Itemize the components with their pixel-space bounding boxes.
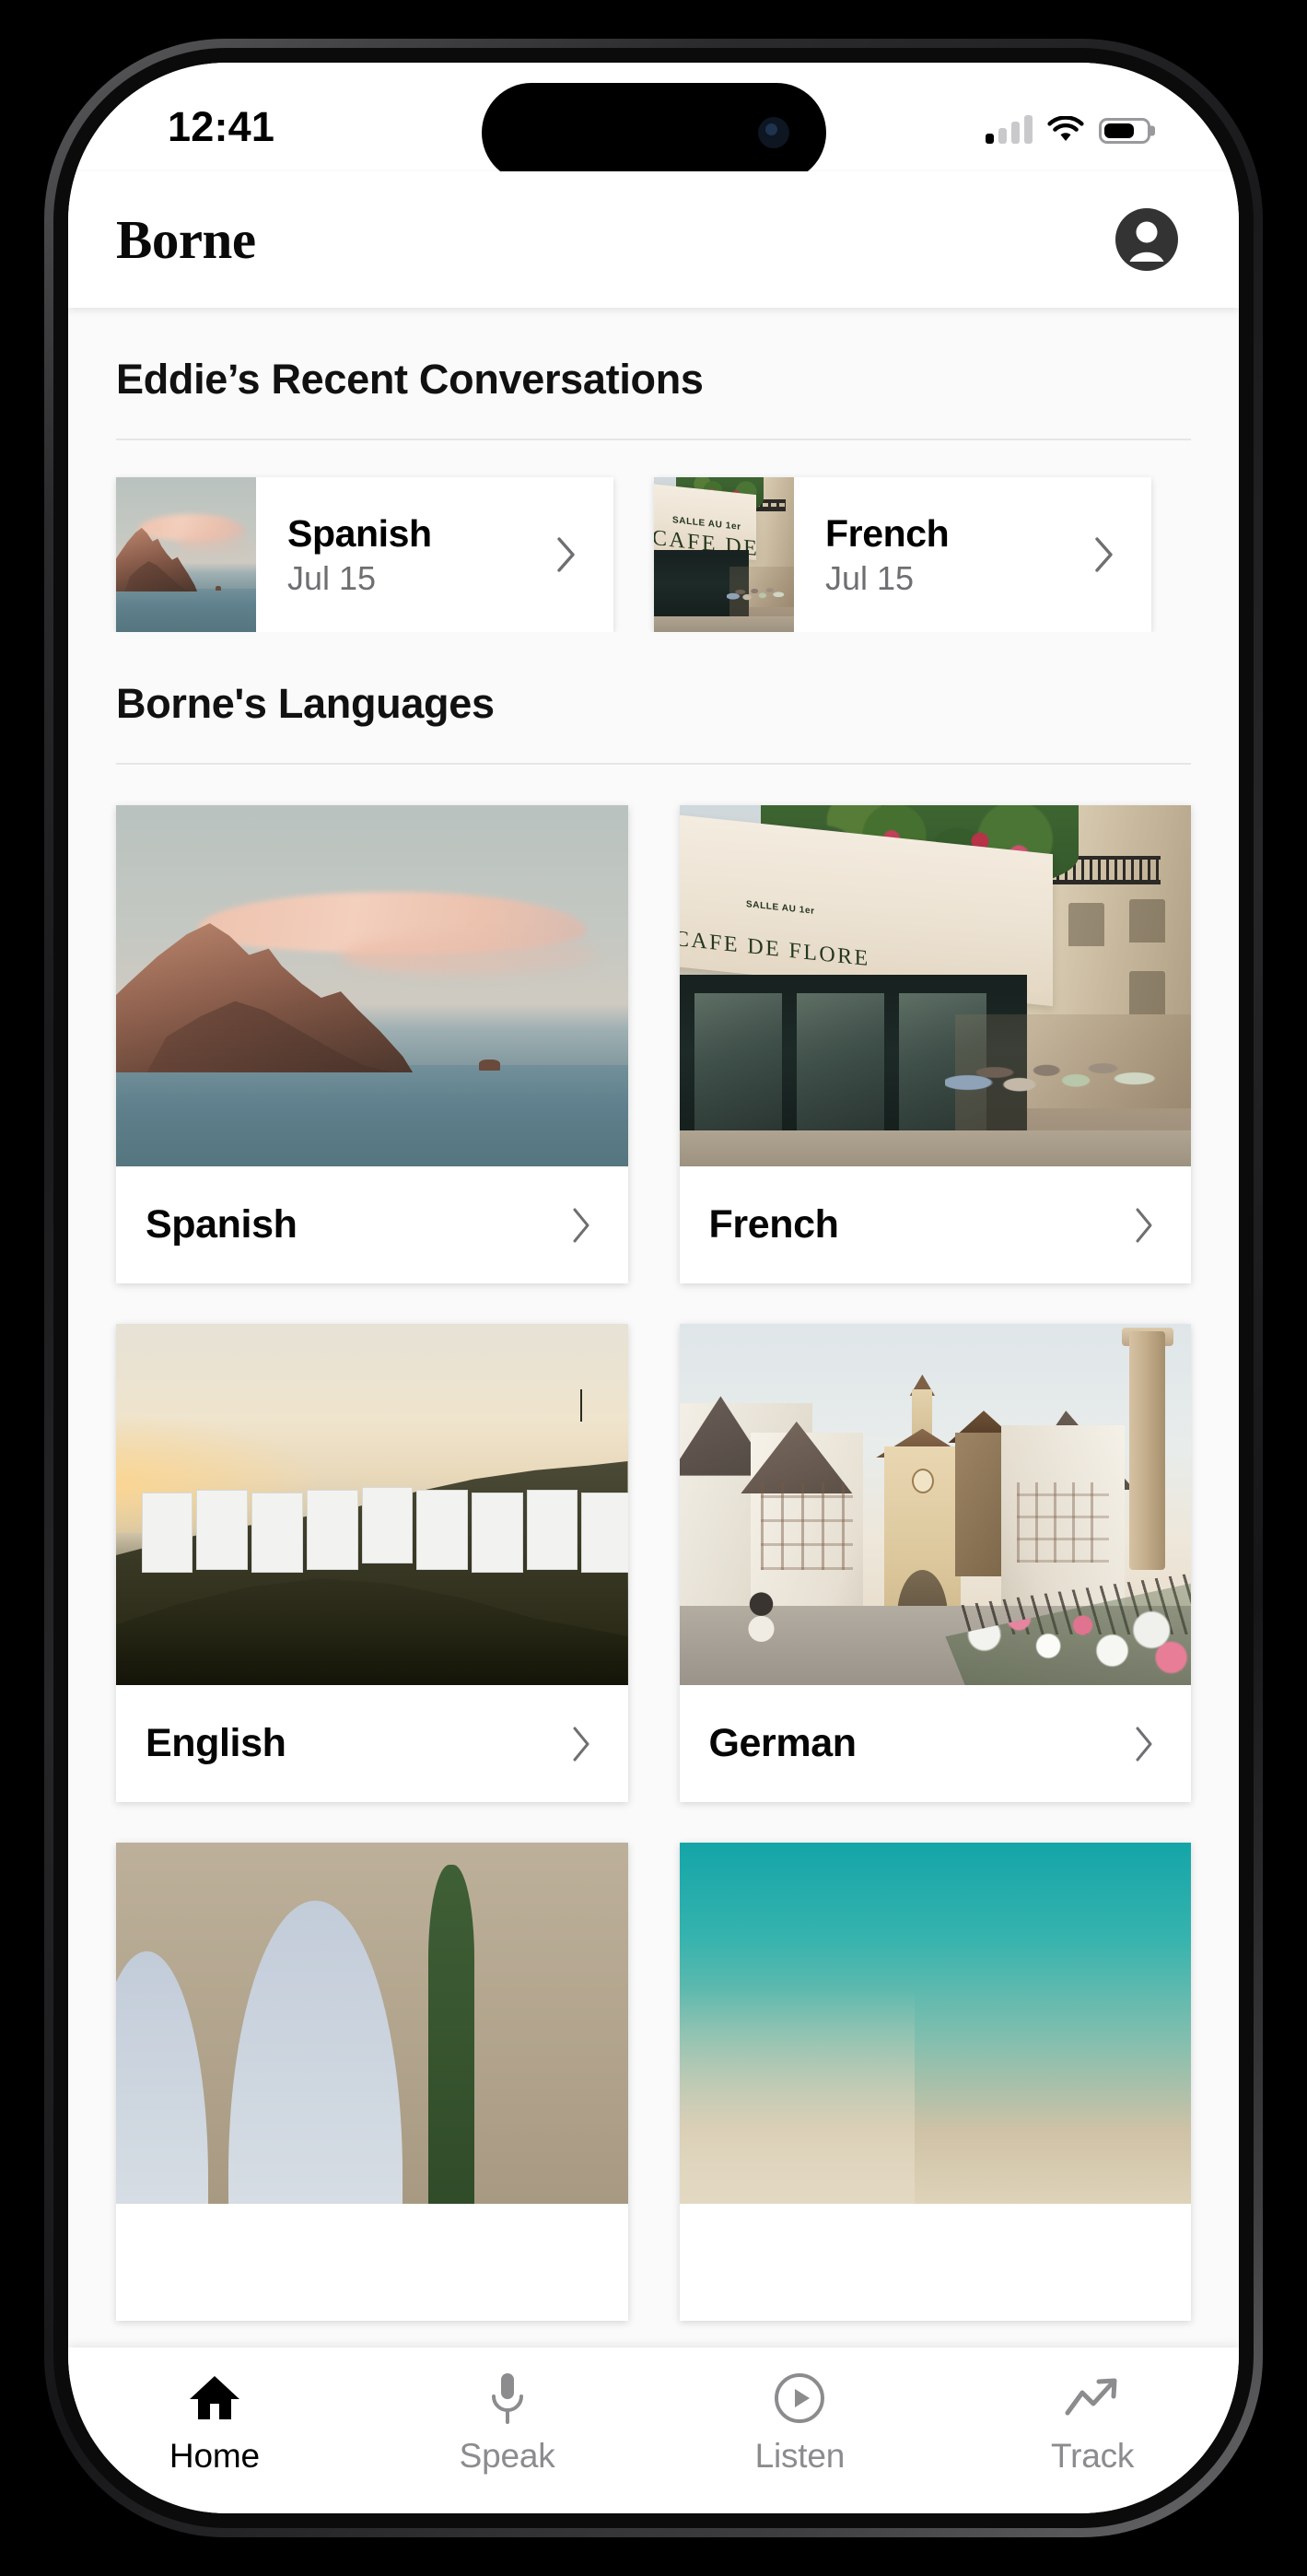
- battery-icon: [1099, 118, 1155, 144]
- languages-section-header: Borne's Languages: [68, 632, 1239, 765]
- language-card-partial-right[interactable]: [679, 1843, 1191, 2321]
- recent-conversation-language: French: [825, 511, 950, 555]
- cellular-signal-icon: [986, 114, 1033, 144]
- phone-screen: 12:41 Borne Eddie’s Recent Conversations…: [68, 63, 1239, 2513]
- recent-conversation-card-spanish[interactable]: Spanish Jul 15: [116, 477, 613, 632]
- bottom-tab-bar: Home Speak Listen Track: [68, 2348, 1239, 2513]
- recent-conversations-list[interactable]: Spanish Jul 15 SALLE AU 1er CAFE DE Fren…: [68, 440, 1239, 632]
- tab-label: Home: [169, 2437, 260, 2475]
- tab-label: Listen: [754, 2437, 846, 2475]
- tab-label: Track: [1051, 2437, 1135, 2475]
- recent-conversation-language: Spanish: [287, 511, 432, 555]
- teal-water-gradient-photo: [679, 1843, 1191, 2204]
- chevron-right-icon[interactable]: [1130, 1723, 1158, 1765]
- rothenburg-street-photo: [679, 1324, 1191, 1685]
- language-card-spanish[interactable]: Spanish: [116, 805, 628, 1283]
- language-card-english[interactable]: English: [116, 1324, 628, 1802]
- recent-conversation-card-french[interactable]: SALLE AU 1er CAFE DE FLORE French Jul 15: [654, 477, 1151, 632]
- microphone-icon: [486, 2371, 529, 2425]
- french-thumbnail: SALLE AU 1er CAFE DE FLORE: [654, 477, 794, 632]
- tab-listen[interactable]: Listen: [654, 2371, 947, 2476]
- hollywood-sign-photo: [116, 1324, 628, 1685]
- language-card-label: German: [708, 1721, 858, 1765]
- status-bar: 12:41: [68, 63, 1239, 182]
- recent-conversations-title: Eddie’s Recent Conversations: [116, 356, 704, 403]
- app-header: Borne: [68, 171, 1239, 308]
- home-icon: [188, 2371, 241, 2425]
- chevron-right-icon[interactable]: [567, 1204, 595, 1247]
- main-scroll-area[interactable]: Eddie’s Recent Conversations Spanish Jul…: [68, 308, 1239, 2348]
- language-card-partial-left[interactable]: [116, 1843, 628, 2321]
- language-card-label: French: [708, 1202, 839, 1247]
- chevron-right-icon[interactable]: [1130, 1204, 1158, 1247]
- tab-label: Speak: [459, 2437, 555, 2475]
- chevron-right-icon[interactable]: [553, 534, 580, 575]
- tab-home[interactable]: Home: [68, 2371, 361, 2476]
- play-circle-icon: [773, 2371, 826, 2425]
- recent-conversation-date: Jul 15: [825, 558, 915, 597]
- app-title: Borne: [116, 208, 256, 270]
- languages-title: Borne's Languages: [116, 680, 495, 727]
- stone-arches-cypress-photo: [116, 1843, 628, 2204]
- cafe-de-flore-paris-photo: SALLE AU 1er CAFE DE FLORE: [679, 805, 1191, 1166]
- hollywood-sign-letters: [141, 1487, 628, 1573]
- language-card-french[interactable]: SALLE AU 1er CAFE DE FLORE French: [679, 805, 1191, 1283]
- es-vedra-ibiza-photo: [116, 805, 628, 1166]
- dynamic-island: [481, 83, 826, 182]
- chevron-right-icon[interactable]: [567, 1723, 595, 1765]
- recent-conversation-date: Jul 15: [287, 558, 377, 597]
- front-camera-icon: [757, 117, 789, 148]
- language-card-label: Spanish: [146, 1202, 298, 1247]
- account-circle-icon[interactable]: [1112, 205, 1182, 275]
- recent-conversations-section-header: Eddie’s Recent Conversations: [68, 308, 1239, 440]
- status-bar-clock: 12:41: [168, 103, 275, 150]
- status-bar-indicators: [986, 107, 1155, 144]
- language-card-german[interactable]: German: [679, 1324, 1191, 1802]
- tab-speak[interactable]: Speak: [361, 2371, 654, 2476]
- wifi-icon: [1047, 116, 1084, 141]
- languages-grid: Spanish SALLE AU 1er CAFE DE FLORE Frenc…: [68, 765, 1239, 2321]
- trending-up-icon: [1064, 2371, 1121, 2425]
- phone-device-frame: 12:41 Borne Eddie’s Recent Conversations…: [44, 39, 1263, 2537]
- language-card-label: English: [146, 1721, 286, 1765]
- tab-track[interactable]: Track: [946, 2371, 1239, 2476]
- chevron-right-icon[interactable]: [1091, 534, 1118, 575]
- spanish-thumbnail: [116, 477, 256, 632]
